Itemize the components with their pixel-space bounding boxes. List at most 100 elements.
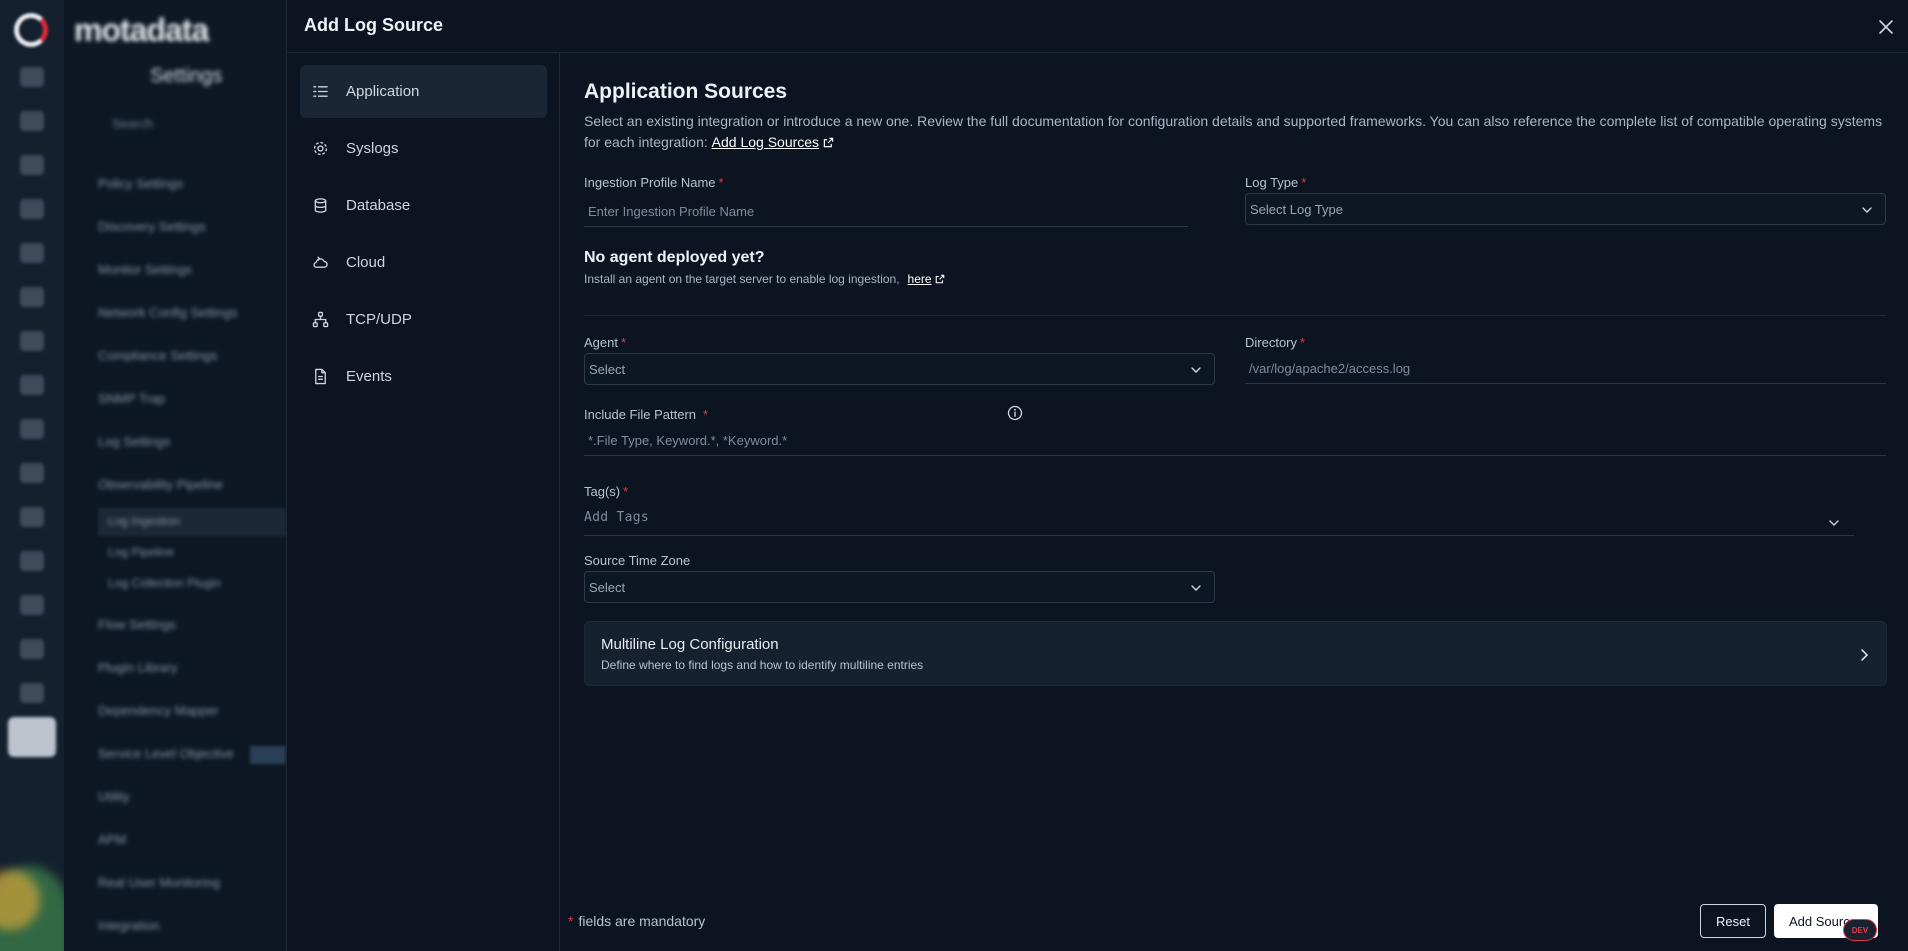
nav-cloud[interactable]: Cloud: [300, 236, 547, 289]
nav-label: Database: [346, 197, 411, 214]
tags-input[interactable]: Add Tags: [584, 506, 1854, 536]
chevron-down-icon: [1191, 585, 1201, 591]
file-pattern-input[interactable]: [584, 426, 1886, 456]
mandatory-note: * fields are mandatory: [568, 913, 705, 929]
agent-select[interactable]: Select: [584, 353, 1215, 385]
select-value: Select: [589, 579, 626, 595]
reset-button[interactable]: Reset: [1700, 904, 1766, 938]
settings-heading: Settings: [150, 65, 223, 87]
select-placeholder: Select Log Type: [1250, 201, 1343, 217]
settings-menu-item: APM: [98, 832, 127, 847]
required-marker: *: [718, 175, 724, 190]
database-icon: [314, 198, 327, 213]
nav-label: Syslogs: [346, 140, 399, 157]
close-icon[interactable]: [1877, 18, 1895, 36]
flow-icon: [20, 375, 44, 395]
add-log-sources-link[interactable]: Add Log Sources: [712, 134, 819, 150]
multiline-config-panel[interactable]: Multiline Log Configuration Define where…: [584, 621, 1887, 686]
alert-icon: [20, 155, 44, 175]
settings-menu-item: Network Config Settings: [98, 305, 238, 320]
tags-placeholder: Add Tags: [584, 510, 650, 525]
settings-menu-item: Plugin Library: [98, 660, 178, 675]
note-text: fields are mandatory: [578, 913, 706, 929]
nav-tcp-udp[interactable]: TCP/UDP: [300, 293, 547, 346]
document-icon: [315, 368, 326, 385]
settings-menu-item: Compliance Settings: [98, 348, 218, 363]
explorer-icon: [20, 199, 44, 219]
no-agent-title: No agent deployed yet?: [584, 249, 765, 266]
log-icon: [20, 463, 44, 483]
nav-label: TCP/UDP: [346, 311, 412, 328]
report-icon: [20, 243, 44, 263]
settings-menu-item: SNMP Trap: [98, 391, 165, 406]
link-text: Add Log Sources: [711, 134, 820, 150]
screen-icon: [20, 507, 44, 527]
settings-submenu-item: Log Ingestion: [108, 514, 181, 528]
chevron-down-icon: [1829, 520, 1839, 526]
source-type-nav: Application Syslogs Database Cloud TCP/U…: [287, 53, 560, 951]
multiline-title: Multiline Log Configuration: [601, 636, 779, 653]
network-icon: [312, 311, 329, 328]
settings-menu-item: Log Settings: [98, 434, 171, 449]
label-text: Include File Pattern: [584, 407, 697, 422]
inventory-icon: [20, 331, 44, 351]
settings-menu-item: Policy Settings: [98, 176, 184, 191]
settings-submenu-item: Log Collection Plugin: [108, 576, 221, 590]
no-agent-body: Install an agent on the target server to…: [584, 272, 900, 286]
icon-rail: [0, 0, 70, 951]
agent-label: Agent *: [584, 335, 626, 350]
settings-search: Search: [112, 116, 154, 131]
label-text: Tag(s): [584, 484, 621, 499]
cloud-icon: [313, 256, 328, 268]
install-agent-link[interactable]: here: [908, 272, 932, 286]
nav-syslogs[interactable]: Syslogs: [300, 122, 547, 175]
section-title: Application Sources: [584, 80, 788, 103]
no-agent-text: Install an agent on the target server to…: [584, 272, 945, 286]
profile-name-input[interactable]: [584, 197, 1188, 227]
monitor-icon: [20, 111, 44, 131]
settings-submenu-item: Log Pipeline: [108, 545, 175, 559]
settings-menu-item: Service Level Objective: [98, 746, 234, 761]
nav-events[interactable]: Events: [300, 350, 547, 403]
label-text: Agent: [584, 335, 618, 350]
time-zone-select[interactable]: Select: [584, 571, 1215, 603]
required-marker: *: [620, 335, 627, 350]
chevron-down-icon: [1191, 367, 1201, 373]
dashboard-icon: [20, 67, 44, 87]
network-map-icon: [20, 595, 44, 615]
settings-nav-icon: [8, 717, 56, 757]
log-type-select[interactable]: Select Log Type: [1245, 193, 1886, 225]
directory-label: Directory *: [1245, 335, 1305, 350]
settings-menu-item: Integration: [98, 918, 160, 933]
list-icon: [313, 86, 328, 97]
required-marker: *: [703, 407, 709, 422]
tags-label: Tag(s) *: [584, 484, 628, 499]
required-marker: *: [623, 484, 629, 499]
settings-menu-item: Flow Settings: [98, 617, 177, 632]
gear-icon: [313, 141, 328, 156]
dialog-title: Add Log Source: [304, 15, 443, 35]
cloud-nav-icon: [20, 639, 44, 659]
topology-icon: [20, 287, 44, 307]
label-text: Ingestion Profile Name: [584, 175, 716, 190]
settings-menu-item: Utility: [98, 789, 130, 804]
brand-logo-icon: [14, 13, 48, 47]
nav-label: Events: [346, 368, 392, 385]
select-value: Select: [589, 361, 626, 377]
label-text: Directory: [1245, 335, 1298, 350]
directory-input[interactable]: [1245, 354, 1886, 384]
metric-icon: [20, 419, 44, 439]
nav-database[interactable]: Database: [300, 179, 547, 232]
required-marker: *: [568, 913, 574, 929]
profile-name-label: Ingestion Profile Name *: [584, 175, 724, 190]
external-link-icon: [823, 137, 834, 148]
info-icon[interactable]: [1007, 405, 1023, 421]
external-link-icon: [935, 274, 945, 284]
time-zone-label: Source Time Zone: [584, 553, 690, 568]
nav-label: Cloud: [346, 254, 386, 271]
divider: [584, 315, 1886, 316]
nav-application[interactable]: Application: [300, 65, 547, 118]
file-icon: [20, 683, 44, 703]
brand-name: motadata: [74, 12, 209, 48]
file-pattern-label: Include File Pattern *: [584, 407, 708, 422]
